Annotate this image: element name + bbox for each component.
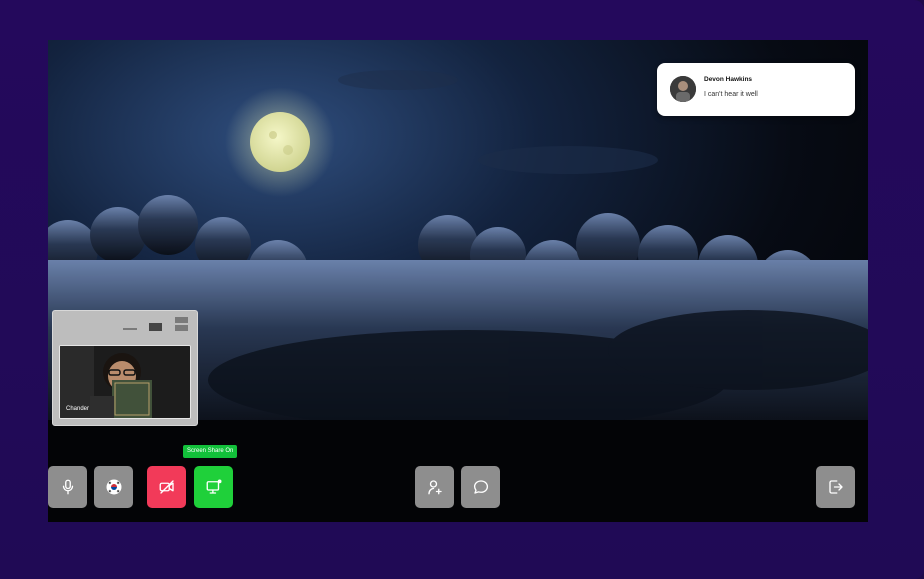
camera-off-icon xyxy=(159,480,174,494)
leave-call-button[interactable] xyxy=(816,466,855,508)
microphone-button[interactable] xyxy=(48,466,87,508)
self-video-feed: Chander xyxy=(59,345,191,419)
chat-notification[interactable]: Devon Hawkins I can't hear it well xyxy=(657,63,855,116)
avatar xyxy=(670,76,696,102)
flag-icon xyxy=(106,479,121,495)
chat-icon xyxy=(473,480,488,494)
self-view-window[interactable]: Chander xyxy=(52,310,198,426)
screen-share-icon xyxy=(206,479,221,494)
app-frame: Devon Hawkins I can't hear it well Chand… xyxy=(0,0,924,579)
maximize-icon[interactable] xyxy=(149,323,162,331)
leave-icon xyxy=(828,480,843,494)
participant-name-label: Chander xyxy=(66,406,90,412)
minimize-icon[interactable] xyxy=(123,328,137,330)
moon xyxy=(250,112,310,172)
screen-share-tooltip: Screen Share On xyxy=(183,445,238,458)
add-participant-button[interactable] xyxy=(415,466,454,508)
main-video-stage: Devon Hawkins I can't hear it well Chand… xyxy=(48,40,868,522)
microphone-icon xyxy=(62,479,73,495)
add-participant-icon xyxy=(427,480,442,495)
layout-icon-lower[interactable] xyxy=(175,325,188,331)
chat-button[interactable] xyxy=(461,466,500,508)
chat-sender-name: Devon Hawkins xyxy=(704,76,753,83)
chat-message-text: I can't hear it well xyxy=(704,91,758,98)
language-button[interactable] xyxy=(94,466,133,508)
layout-icon[interactable] xyxy=(175,317,188,323)
camera-toggle-button[interactable] xyxy=(147,466,186,508)
screen-share-button[interactable] xyxy=(194,466,233,508)
